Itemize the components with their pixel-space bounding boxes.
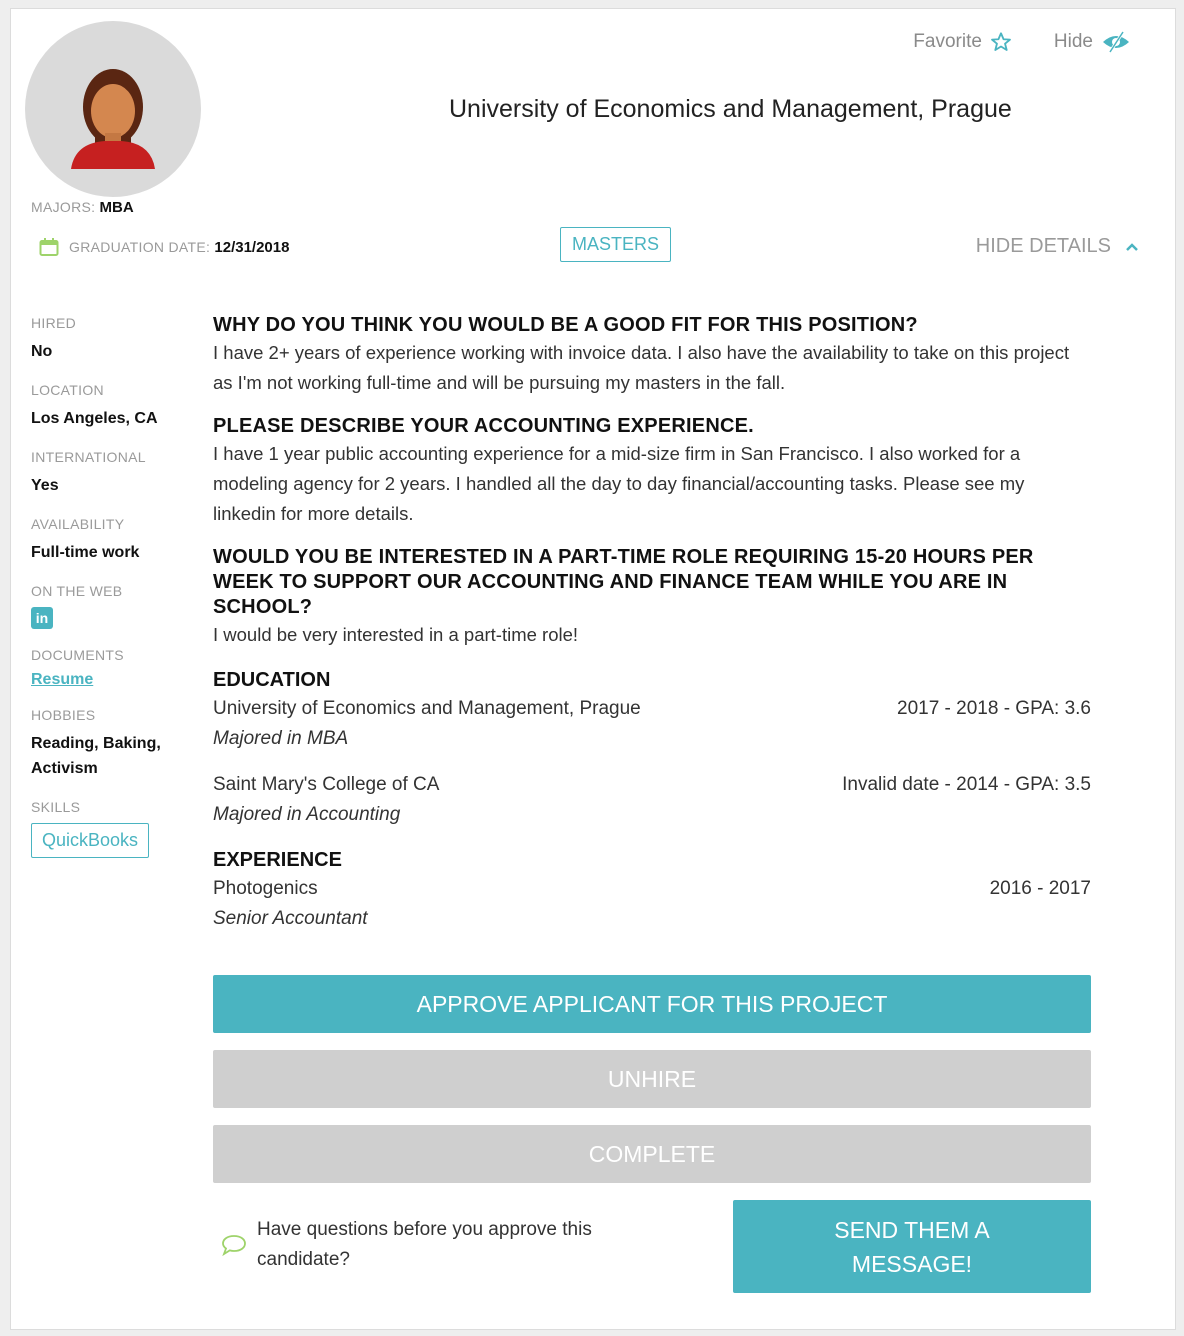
experience-dates: 2016 - 2017 (989, 878, 1091, 899)
degree-badge: MASTERS (560, 227, 672, 262)
question-title: PLEASE DESCRIBE YOUR ACCOUNTING EXPERIEN… (213, 415, 754, 437)
international-value: Yes (31, 477, 59, 494)
availability-value: Full-time work (31, 544, 140, 561)
education-item: Saint Mary's College of CA Invalid date … (213, 770, 1091, 830)
person-avatar-icon (71, 69, 155, 169)
hobbies-value: Reading, Baking, Activism (31, 735, 161, 777)
web-field: ON THE WEB in (31, 583, 191, 629)
documents-label: DOCUMENTS (31, 647, 124, 663)
hired-label: HIRED (31, 315, 77, 331)
resume-link[interactable]: Resume (31, 671, 93, 688)
school-major: Majored in Accounting (213, 804, 401, 825)
hide-button[interactable]: Hide (1054, 31, 1131, 53)
hired-value: No (31, 343, 53, 360)
location-value: Los Angeles, CA (31, 410, 158, 427)
question-answer: I would be very interested in a part-tim… (213, 624, 579, 645)
hired-field: HIRED No (31, 315, 191, 364)
experience-item: Photogenics 2016 - 2017 Senior Accountan… (213, 874, 1091, 934)
question-prompt-text: Have questions before you approve this c… (257, 1219, 592, 1270)
majors-value: MBA (99, 199, 134, 216)
international-field: INTERNATIONAL Yes (31, 449, 191, 498)
skills-field: SKILLS QuickBooks (31, 799, 191, 858)
university-title: University of Economics and Management, … (449, 95, 1012, 123)
availability-field: AVAILABILITY Full-time work (31, 516, 191, 565)
eye-slash-icon (1103, 31, 1129, 53)
question-block: PLEASE DESCRIBE YOUR ACCOUNTING EXPERIEN… (213, 414, 1091, 529)
education-title: EDUCATION (213, 669, 331, 691)
location-label: LOCATION (31, 382, 104, 398)
question-answer: I have 1 year public accounting experien… (213, 443, 1025, 524)
question-title: WOULD YOU BE INTERESTED IN A PART-TIME R… (213, 546, 1034, 618)
questions-prompt: Have questions before you approve this c… (221, 1215, 657, 1275)
graduation-date: GRADUATION DATE: 12/31/2018 (39, 237, 289, 257)
education-item: University of Economics and Management, … (213, 694, 1091, 754)
graduation-value: 12/31/2018 (214, 238, 290, 256)
experience-title: EXPERIENCE (213, 849, 342, 871)
experience-section: EXPERIENCE Photogenics 2016 - 2017 Senio… (213, 846, 1091, 934)
hide-label: Hide (1053, 31, 1093, 52)
main-content: WHY DO YOU THINK YOU WOULD BE A GOOD FIT… (213, 313, 1091, 950)
hobbies-label: HOBBIES (31, 707, 96, 723)
question-block: WHY DO YOU THINK YOU WOULD BE A GOOD FIT… (213, 313, 1091, 398)
hide-details-toggle[interactable]: HIDE DETAILS (976, 235, 1139, 258)
web-label: ON THE WEB (31, 583, 123, 599)
approve-button[interactable]: APPROVE APPLICANT FOR THIS PROJECT (213, 975, 1091, 1033)
documents-field: DOCUMENTS Resume (31, 647, 191, 689)
candidate-card: Favorite Hide University of Economics an… (10, 8, 1176, 1330)
sidebar: HIRED No LOCATION Los Angeles, CA INTERN… (31, 315, 191, 876)
question-title: WHY DO YOU THINK YOU WOULD BE A GOOD FIT… (213, 314, 918, 336)
favorite-button[interactable]: Favorite (913, 31, 1012, 53)
experience-role: Senior Accountant (213, 908, 368, 929)
school-dates: 2017 - 2018 - GPA: 3.6 (897, 698, 1091, 719)
graduation-label: GRADUATION DATE: (69, 238, 211, 255)
calendar-icon (39, 238, 59, 256)
send-message-button[interactable]: SEND THEM A MESSAGE! (733, 1200, 1091, 1293)
majors-label: MAJORS: (31, 199, 96, 215)
skills-label: SKILLS (31, 799, 81, 815)
hobbies-field: HOBBIES Reading, Baking, Activism (31, 707, 191, 781)
linkedin-icon[interactable]: in (31, 607, 53, 629)
school-name: Saint Mary's College of CA (213, 774, 440, 795)
chat-bubble-icon (222, 1235, 246, 1257)
top-actions: Favorite Hide (913, 31, 1131, 53)
unhire-button[interactable]: UNHIRE (213, 1050, 1091, 1108)
majors: MAJORS: MBA (31, 199, 134, 216)
availability-label: AVAILABILITY (31, 516, 125, 532)
education-section: EDUCATION University of Economics and Ma… (213, 666, 1091, 830)
question-answer: I have 2+ years of experience working wi… (213, 342, 1070, 393)
international-label: INTERNATIONAL (31, 449, 146, 465)
skill-tag[interactable]: QuickBooks (31, 823, 150, 858)
favorite-label: Favorite (913, 31, 982, 52)
location-field: LOCATION Los Angeles, CA (31, 382, 191, 431)
hide-details-label: HIDE DETAILS (975, 235, 1111, 257)
school-major: Majored in MBA (213, 728, 349, 749)
company-name: Photogenics (213, 878, 318, 899)
complete-button[interactable]: COMPLETE (213, 1125, 1091, 1183)
avatar (25, 21, 201, 197)
school-dates: Invalid date - 2014 - GPA: 3.5 (842, 774, 1091, 795)
chevron-up-icon (1126, 242, 1138, 251)
school-name: University of Economics and Management, … (213, 698, 641, 719)
star-icon (991, 32, 1011, 51)
question-block: WOULD YOU BE INTERESTED IN A PART-TIME R… (213, 545, 1091, 650)
